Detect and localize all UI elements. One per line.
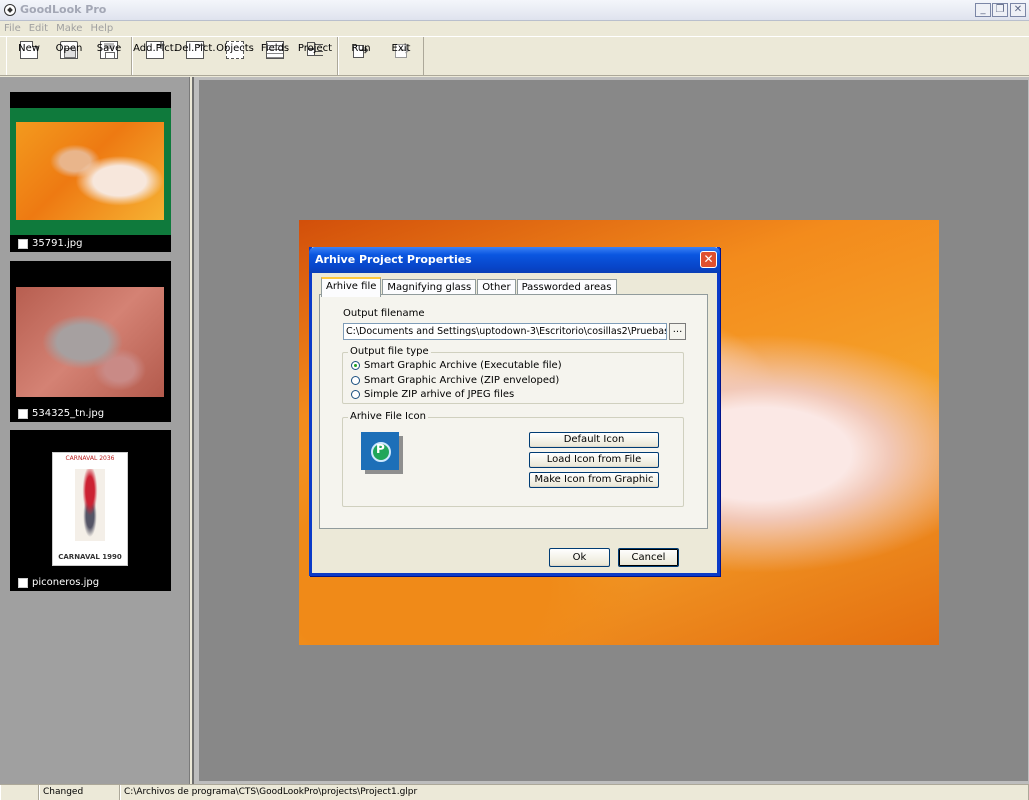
output-type-group: Output file type Smart Graphic Archive (… [342, 346, 684, 404]
toolbar-group-edit: Add.Pict. Del.Pict. Objects Fields Proje… [132, 37, 338, 75]
default-icon-button[interactable]: Default Icon [529, 432, 659, 448]
browse-button[interactable]: ... [669, 323, 686, 340]
output-filename-label: Output filename [343, 308, 425, 319]
thumbnail-item[interactable]: CARNAVAL 2036 CARNAVAL 1990 piconeros.jp… [10, 430, 171, 591]
fields-button[interactable]: Fields [255, 37, 295, 75]
dialog-title: Arhive Project Properties [315, 253, 472, 266]
thumbnail-image: CARNAVAL 2036 CARNAVAL 1990 [52, 452, 128, 566]
radio-button[interactable] [351, 390, 360, 399]
load-icon-button[interactable]: Load Icon from File [529, 452, 659, 468]
output-filename-input[interactable]: C:\Documents and Settings\uptodown-3\Esc… [343, 323, 667, 340]
toolbar-group-run: Run Exit [338, 37, 424, 75]
dialog-title-bar: Arhive Project Properties ✕ [309, 247, 720, 273]
output-type-label: Output file type [348, 346, 431, 357]
project-button[interactable]: Project [295, 37, 335, 75]
thumbnail-filename: piconeros.jpg [32, 577, 100, 588]
status-bar: Changed C:\Archivos de programa\CTS\Good… [0, 784, 1029, 800]
thumbnail-image [16, 122, 164, 220]
make-icon-button[interactable]: Make Icon from Graphic [529, 472, 659, 488]
radio-zip-enveloped[interactable]: Smart Graphic Archive (ZIP enveloped) [351, 375, 559, 386]
poster-figure [75, 469, 105, 541]
menu-edit[interactable]: Edit [29, 21, 48, 36]
dialog-close-button[interactable]: ✕ [700, 251, 717, 268]
thumbnail-panel: 35791.jpg 534325_tn.jpg CARNAVAL 2036 CA… [0, 77, 190, 784]
status-path: C:\Archivos de programa\CTS\GoodLookPro\… [120, 785, 1029, 800]
maximize-button[interactable]: ❐ [992, 3, 1008, 17]
menu-make[interactable]: Make [56, 21, 82, 36]
thumbnail-checkbox[interactable] [18, 578, 28, 588]
thumbnail-item[interactable]: 534325_tn.jpg [10, 261, 171, 422]
title-bar: GoodLook Pro _ ❐ ✕ [0, 0, 1029, 21]
status-cell-empty [0, 785, 39, 800]
tab-panel: Output filename C:\Documents and Setting… [319, 294, 708, 529]
tab-arhive-file[interactable]: Arhive file [321, 277, 382, 297]
add-picture-button[interactable]: Add.Pict. [133, 37, 177, 75]
radio-simple-zip[interactable]: Simple ZIP arhive of JPEG files [351, 389, 514, 400]
thumbnail-filename: 35791.jpg [32, 238, 83, 249]
close-button[interactable]: ✕ [1010, 3, 1026, 17]
thumbnail-item[interactable]: 35791.jpg [10, 92, 171, 252]
open-button[interactable]: Open [49, 37, 89, 75]
save-button[interactable]: Save [89, 37, 129, 75]
icon-group: Arhive File Icon Default Icon Load Icon … [342, 411, 684, 507]
radio-button[interactable] [351, 361, 360, 370]
exit-button[interactable]: Exit [381, 37, 421, 75]
menu-help[interactable]: Help [90, 21, 113, 36]
menu-bar: File Edit Make Help [0, 21, 1029, 36]
toolbar-group-file: New Open Save [6, 37, 132, 75]
archive-properties-dialog: Arhive Project Properties ✕ Arhive file … [309, 247, 720, 576]
thumbnail-checkbox[interactable] [18, 409, 28, 419]
window-title: GoodLook Pro [20, 3, 107, 16]
objects-button[interactable]: Objects [215, 37, 255, 75]
cancel-button[interactable]: Cancel [618, 548, 679, 567]
thumbnail-checkbox[interactable] [18, 239, 28, 249]
delete-picture-button[interactable]: Del.Pict. [175, 37, 216, 75]
icon-group-label: Arhive File Icon [348, 411, 428, 422]
status-state: Changed [39, 785, 120, 800]
new-button[interactable]: New [9, 37, 49, 75]
radio-executable[interactable]: Smart Graphic Archive (Executable file) [351, 360, 562, 371]
app-icon[interactable] [4, 4, 16, 16]
minimize-button[interactable]: _ [975, 3, 991, 17]
toolbar: New Open Save Add.Pict. Del.Pict. Object… [0, 36, 1029, 76]
archive-icon-preview [361, 432, 399, 470]
thumbnail-filename: 534325_tn.jpg [32, 408, 105, 419]
thumbnail-image [16, 287, 164, 397]
run-button[interactable]: Run [341, 37, 381, 75]
ok-button[interactable]: Ok [549, 548, 610, 567]
menu-file[interactable]: File [4, 21, 21, 36]
radio-button[interactable] [351, 376, 360, 385]
